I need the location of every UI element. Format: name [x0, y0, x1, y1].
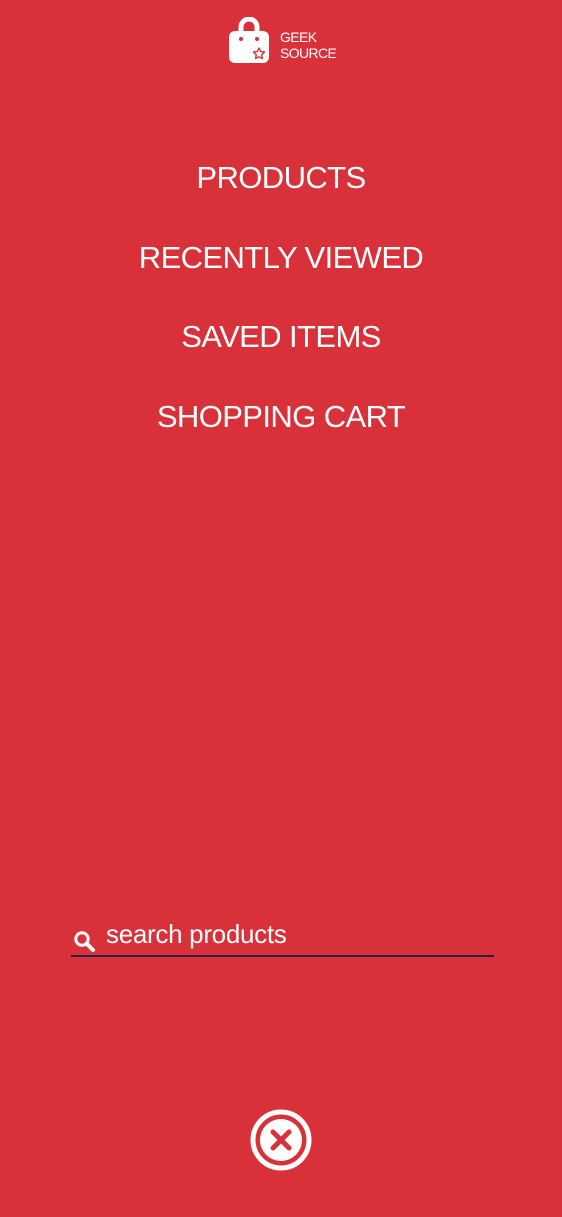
search-icon[interactable]	[73, 930, 97, 954]
search-bar	[71, 914, 494, 957]
brand-logo[interactable]: GEEK SOURCE	[229, 17, 349, 65]
brand-name: GEEK SOURCE	[280, 29, 337, 61]
menu-item-shopping-cart[interactable]: SHOPPING CART	[0, 394, 562, 474]
shopping-bag-star-icon	[229, 17, 269, 63]
brand-name-line-2: SOURCE	[280, 45, 337, 61]
menu-item-recently-viewed[interactable]: RECENTLY VIEWED	[0, 235, 562, 315]
search-input[interactable]	[106, 914, 486, 955]
close-circle-icon[interactable]	[249, 1108, 313, 1172]
main-menu: PRODUCTS RECENTLY VIEWED SAVED ITEMS SHO…	[0, 155, 562, 473]
menu-item-saved-items[interactable]: SAVED ITEMS	[0, 314, 562, 394]
menu-item-products[interactable]: PRODUCTS	[0, 155, 562, 235]
brand-name-line-1: GEEK	[280, 29, 317, 45]
